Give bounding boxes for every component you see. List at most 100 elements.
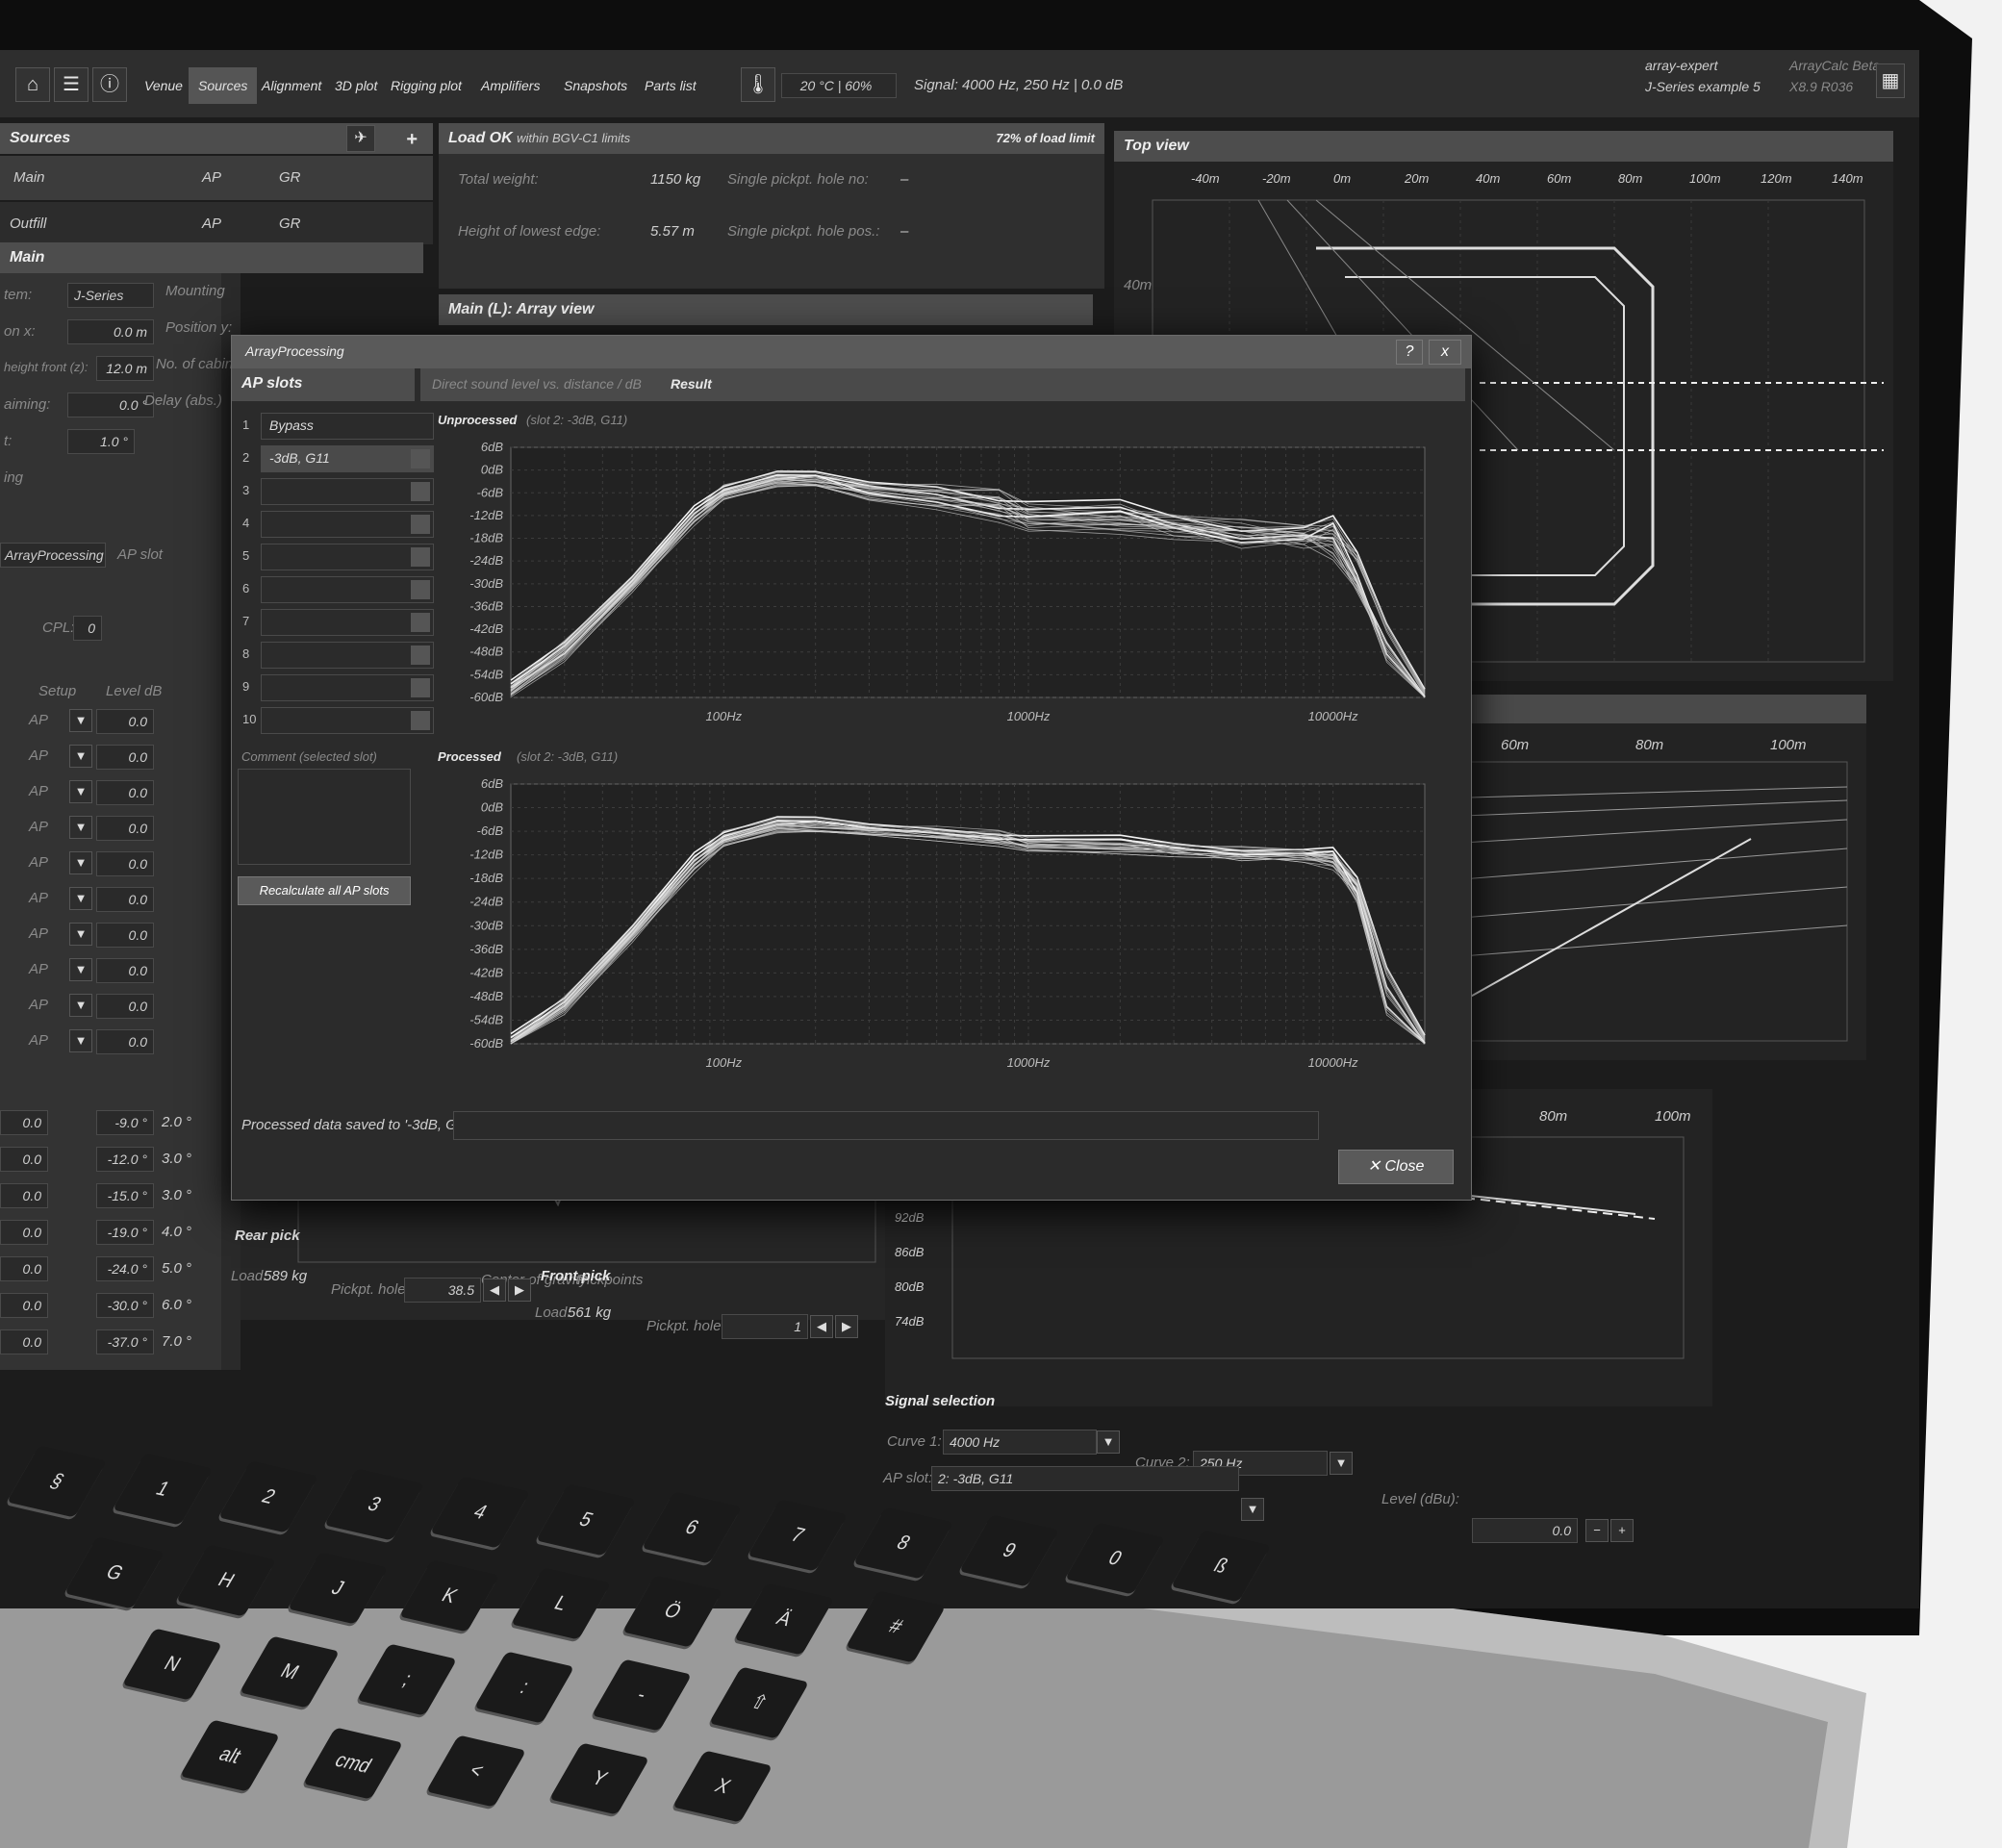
value-cell[interactable]: 0.0 — [0, 1183, 48, 1208]
keyboard-key[interactable]: ß — [1170, 1530, 1272, 1603]
tab-venue[interactable]: Venue — [135, 67, 192, 104]
keyboard-key[interactable]: - — [591, 1658, 693, 1732]
chevron-down-icon[interactable]: ▼ — [69, 780, 92, 803]
chevron-down-icon[interactable]: ▼ — [69, 745, 92, 768]
tab-parts-list[interactable]: Parts list — [635, 67, 706, 104]
delete-icon[interactable] — [411, 711, 430, 730]
keyboard-key[interactable]: cmd — [302, 1727, 404, 1800]
keyboard-key[interactable]: 6 — [641, 1491, 743, 1564]
ap-cell[interactable]: AP — [29, 1032, 48, 1049]
keyboard-key[interactable]: < — [425, 1734, 527, 1808]
cpl-field[interactable]: 0 — [73, 616, 102, 641]
keyboard-key[interactable]: § — [6, 1445, 108, 1518]
keyboard-key[interactable]: K — [398, 1559, 500, 1633]
aiming-field[interactable]: 0.0 ° — [67, 392, 154, 418]
level-cell[interactable]: 0.0 — [96, 851, 154, 876]
source-row[interactable]: Outfill AP GR — [0, 202, 433, 244]
tab-3d-plot[interactable]: 3D plot — [325, 67, 387, 104]
arrayprocessing-select[interactable]: ArrayProcessing — [0, 543, 106, 568]
keyboard-key[interactable]: ; — [356, 1643, 458, 1716]
weather-field[interactable]: 20 °C | 60% — [781, 73, 897, 98]
ap-slot[interactable]: 7 — [242, 609, 434, 636]
level-cell[interactable]: 0.0 — [96, 709, 154, 734]
tab-amplifiers[interactable]: Amplifiers — [471, 67, 549, 104]
ap-radio[interactable]: AP — [202, 169, 221, 186]
thermometer-icon[interactable]: 🌡 — [741, 67, 775, 102]
delete-icon[interactable] — [411, 678, 430, 697]
value-cell[interactable]: 0.0 — [0, 1329, 48, 1354]
chevron-down-icon[interactable]: ▼ — [69, 958, 92, 981]
ap-slot[interactable]: 2 -3dB, G11 — [242, 445, 434, 472]
angle-cell[interactable]: -37.0 ° — [96, 1329, 154, 1354]
keyboard-key[interactable]: 0 — [1064, 1522, 1166, 1595]
next-icon[interactable]: ▶ — [835, 1315, 858, 1338]
keyboard-key[interactable]: N — [121, 1628, 223, 1701]
angle-cell[interactable]: -9.0 ° — [96, 1110, 154, 1135]
rear-hole-field[interactable]: 38.5 — [404, 1278, 481, 1303]
level-cell[interactable]: 0.0 — [96, 816, 154, 841]
close-button[interactable]: ✕ Close — [1338, 1150, 1454, 1184]
position-x-field[interactable]: 0.0 m — [67, 319, 154, 344]
tab-rigging-plot[interactable]: Rigging plot — [381, 67, 471, 104]
ap-cell[interactable]: AP — [29, 819, 48, 835]
prev-icon[interactable]: ◀ — [483, 1278, 506, 1302]
angle-cell[interactable]: -19.0 ° — [96, 1220, 154, 1245]
keyboard-key[interactable]: 1 — [112, 1453, 214, 1526]
add-source-icon[interactable]: ✈ — [346, 125, 375, 152]
keyboard-key[interactable]: 7 — [747, 1499, 849, 1572]
keyboard-key[interactable]: 3 — [323, 1468, 425, 1541]
tilt-field[interactable]: 1.0 ° — [67, 429, 135, 454]
ap-slot[interactable]: 5 — [242, 544, 434, 570]
chevron-down-icon[interactable]: ▼ — [69, 851, 92, 874]
close-icon[interactable]: x — [1429, 340, 1461, 365]
tab-sources[interactable]: Sources — [189, 67, 258, 104]
delete-icon[interactable] — [411, 482, 430, 501]
ap-cell[interactable]: AP — [29, 747, 48, 764]
delete-icon[interactable] — [411, 613, 430, 632]
ap-slot[interactable]: 3 — [242, 478, 434, 505]
chevron-down-icon[interactable]: ▼ — [69, 923, 92, 946]
next-icon[interactable]: ▶ — [508, 1278, 531, 1302]
tab-alignment[interactable]: Alignment — [252, 67, 331, 104]
ap-cell[interactable]: AP — [29, 783, 48, 799]
angle-cell[interactable]: -30.0 ° — [96, 1293, 154, 1318]
ap-slot[interactable]: 8 — [242, 642, 434, 669]
delete-icon[interactable] — [411, 580, 430, 599]
ap-cell[interactable]: AP — [29, 712, 48, 728]
tab-direct-sound[interactable]: Direct sound level vs. distance / dB — [432, 376, 642, 392]
gr-radio[interactable]: GR — [279, 215, 301, 232]
keyboard-key[interactable]: G — [63, 1536, 165, 1609]
ap-slot[interactable]: 4 — [242, 511, 434, 538]
ap-slot[interactable]: 10 — [242, 707, 434, 734]
keyboard-key[interactable]: 4 — [429, 1476, 531, 1549]
home-icon[interactable]: ⌂ — [15, 67, 50, 102]
level-cell[interactable]: 0.0 — [96, 923, 154, 948]
level-cell[interactable]: 0.0 — [96, 745, 154, 770]
value-cell[interactable]: 0.0 — [0, 1110, 48, 1135]
angle-cell[interactable]: -15.0 ° — [96, 1183, 154, 1208]
level-cell[interactable]: 0.0 — [96, 780, 154, 805]
menu-icon[interactable]: ☰ — [54, 67, 89, 102]
keyboard-key[interactable]: M — [239, 1635, 341, 1709]
chevron-down-icon[interactable]: ▼ — [69, 709, 92, 732]
chevron-down-icon[interactable]: ▼ — [69, 816, 92, 839]
gr-radio[interactable]: GR — [279, 169, 301, 186]
delete-icon[interactable] — [411, 646, 430, 665]
keyboard-key[interactable]: ⇧ — [708, 1666, 810, 1739]
ap-slot[interactable]: 6 — [242, 576, 434, 603]
keyboard-key[interactable]: Ä — [733, 1582, 835, 1656]
keyboard-key[interactable]: J — [287, 1552, 389, 1625]
comment-field[interactable] — [238, 769, 411, 865]
height-field[interactable]: 12.0 m — [96, 356, 154, 381]
info-icon[interactable]: ⓘ — [92, 67, 127, 102]
chevron-down-icon[interactable]: ▼ — [69, 994, 92, 1017]
value-cell[interactable]: 0.0 — [0, 1220, 48, 1245]
delete-icon[interactable] — [411, 449, 430, 468]
tab-result[interactable]: Result — [671, 376, 712, 392]
delete-icon[interactable] — [411, 547, 430, 567]
keyboard-key[interactable]: 5 — [535, 1483, 637, 1557]
source-row[interactable]: Main AP GR — [0, 156, 433, 200]
ap-cell[interactable]: AP — [29, 925, 48, 942]
ap-slot[interactable]: 1 Bypass — [242, 413, 434, 440]
value-cell[interactable]: 0.0 — [0, 1147, 48, 1172]
